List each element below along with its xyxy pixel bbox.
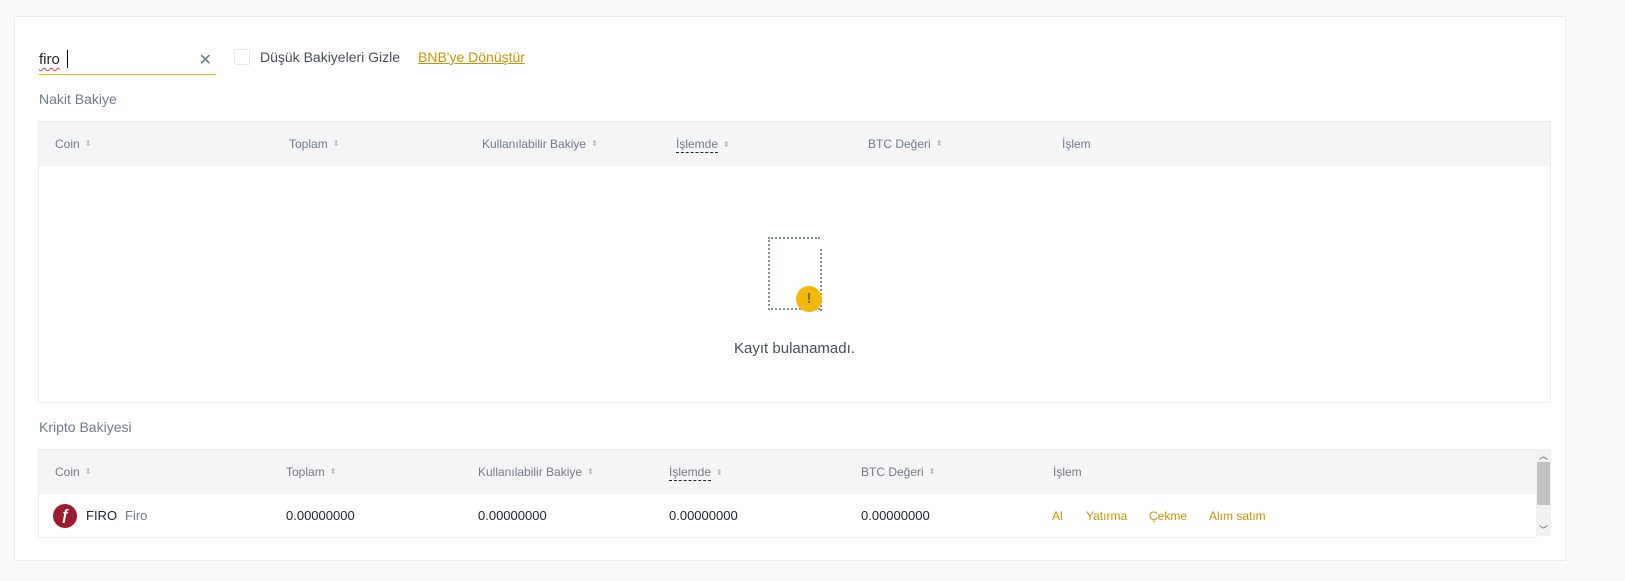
table-row: ƒ FIRO Firo 0.00000000 0.00000000 0.0000… [39,494,1537,537]
coin-symbol: FIRO [86,508,118,523]
hide-small-balances-checkbox[interactable] [234,49,250,65]
column-label: BTC Değeri [868,137,931,151]
trade-link[interactable]: Alım satım [1209,509,1266,523]
empty-state: ! Kayıt bulanamadı. [39,166,1550,402]
column-action: İşlem [1053,465,1082,479]
sort-icon: ⬍ [716,468,723,477]
withdraw-link[interactable]: Çekme [1149,509,1187,523]
column-action: İşlem [1062,137,1091,151]
column-label: Coin [55,465,80,479]
convert-to-bnb-link[interactable]: BNB'ye Dönüştür [418,49,525,65]
in-order-value: 0.00000000 [669,508,738,523]
column-in-order[interactable]: İşlemde ⬍ [669,465,723,481]
firo-coin-icon: ƒ [53,504,77,528]
warning-icon: ! [796,286,822,312]
available-value: 0.00000000 [478,508,547,523]
sort-icon: ⬍ [723,140,730,149]
column-label: Toplam [286,465,325,479]
column-available[interactable]: Kullanılabilir Bakiye ⬍ [482,137,598,151]
sort-icon: ⬍ [587,467,594,476]
hide-small-balances-label[interactable]: Düşük Bakiyeleri Gizle [260,49,400,65]
column-label: İşlem [1053,465,1082,479]
sort-icon: ⬍ [329,467,337,476]
table-header: Coin ⬍ Toplam ⬍ Kullanılabilir Bakiye ⬍ İşl… [39,450,1537,494]
text-caret [67,50,68,68]
scrollbar-thumb[interactable] [1537,462,1550,505]
column-label: İşlemde [676,137,719,153]
sort-icon: ⬍ [84,467,92,476]
sort-icon: ⬍ [332,139,340,148]
column-label: İşlem [1062,137,1091,151]
total-value: 0.00000000 [286,508,355,523]
cash-balance-title: Nakit Bakiye [39,91,117,107]
deposit-link[interactable]: Yatırma [1086,509,1127,523]
column-total[interactable]: Toplam ⬍ [289,137,339,151]
scroll-down-icon[interactable]: ﹀ [1536,523,1551,536]
column-coin[interactable]: Coin ⬍ [55,137,91,151]
column-label: Coin [55,137,80,151]
column-total[interactable]: Toplam ⬍ [286,465,336,479]
sort-icon: ⬍ [84,139,92,148]
cash-balance-table: Coin ⬍ Toplam ⬍ Kullanılabilir Bakiye ⬍ İşl… [38,121,1551,403]
column-btc-value[interactable]: BTC Değeri ⬍ [868,137,942,151]
coin-name: Firo [125,508,148,523]
column-available[interactable]: Kullanılabilir Bakiye ⬍ [478,465,594,479]
clear-icon[interactable]: ✕ [199,50,212,70]
column-in-order[interactable]: İşlemde ⬍ [676,137,730,153]
buy-link[interactable]: Al [1052,509,1063,523]
column-label: Kullanılabilir Bakiye [482,137,587,151]
column-label: İşlemde [669,465,712,481]
crypto-balance-table: Coin ⬍ Toplam ⬍ Kullanılabilir Bakiye ⬍ İşl… [38,449,1537,538]
search-input[interactable]: firo ✕ [39,45,216,75]
sort-icon: ⬍ [935,139,943,148]
column-label: Toplam [289,137,328,151]
sort-icon: ⬍ [928,467,936,476]
btc-value: 0.00000000 [861,508,930,523]
balance-card: firo ✕ Düşük Bakiyeleri Gizle BNB'ye Dön… [14,16,1566,561]
column-label: BTC Değeri [861,465,924,479]
column-label: Kullanılabilir Bakiye [478,465,583,479]
search-value[interactable]: firo [39,51,60,68]
empty-text: Kayıt bulanamadı. [734,340,855,357]
column-coin[interactable]: Coin ⬍ [55,465,91,479]
table-header: Coin ⬍ Toplam ⬍ Kullanılabilir Bakiye ⬍ İşl… [39,122,1550,166]
scroll-up-icon[interactable]: ︿ [1536,449,1551,462]
sort-icon: ⬍ [591,139,598,148]
column-btc-value[interactable]: BTC Değeri ⬍ [861,465,935,479]
scrollbar[interactable]: ︿ ﹀ [1536,449,1551,536]
crypto-balance-title: Kripto Bakiyesi [39,419,132,435]
